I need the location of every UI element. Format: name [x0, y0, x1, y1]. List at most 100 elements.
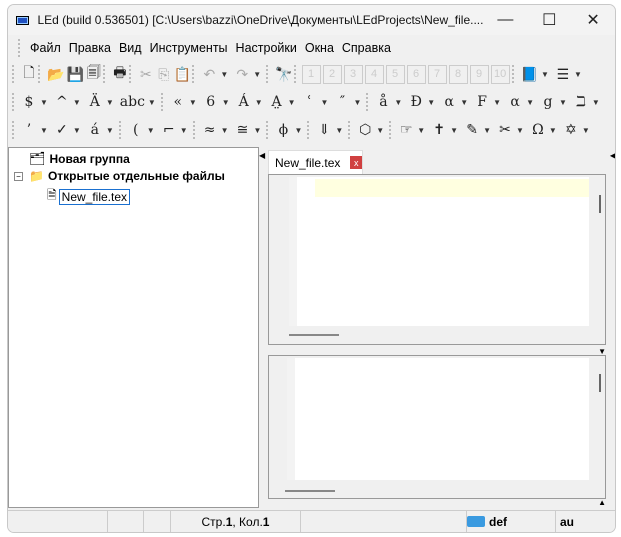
list-icon[interactable]: ☰ [554, 64, 572, 84]
dropdown-arrow-icon[interactable]: ▼ [40, 126, 48, 135]
symbol-button-12[interactable]: α [440, 92, 458, 112]
dropdown-arrow-icon[interactable]: ▼ [73, 126, 81, 135]
bookmark-button-6[interactable]: 6 [406, 64, 426, 84]
menu-item-3[interactable]: Инструменты [150, 41, 228, 55]
symbol-button-11[interactable]: ✝ [430, 120, 448, 140]
dropdown-arrow-icon[interactable]: ▼ [582, 126, 590, 135]
symbol-button-13[interactable]: F [473, 92, 491, 112]
symbol-button-16[interactable]: ℶ [572, 92, 590, 112]
menu-item-5[interactable]: Окна [305, 41, 334, 55]
splitter[interactable]: ◀ [259, 147, 266, 508]
dropdown-arrow-icon[interactable]: ▼ [180, 126, 188, 135]
dropdown-arrow-icon[interactable]: ▼ [353, 98, 361, 107]
dropdown-arrow-icon[interactable]: ▼ [253, 70, 261, 79]
symbol-button-5[interactable]: 6 [202, 92, 220, 112]
dropdown-arrow-icon[interactable]: ▼ [526, 98, 534, 107]
bookmark-button-8[interactable]: 8 [448, 64, 468, 84]
dropdown-arrow-icon[interactable]: ▼ [288, 98, 296, 107]
symbol-button-15[interactable]: g [539, 92, 557, 112]
menu-item-1[interactable]: Правка [69, 41, 111, 55]
dropdown-arrow-icon[interactable]: ▼ [147, 126, 155, 135]
dropdown-arrow-icon[interactable]: ▼ [394, 98, 402, 107]
dropdown-arrow-icon[interactable]: ▼ [255, 98, 263, 107]
symbol-button-10[interactable]: ☞ [397, 120, 415, 140]
dropdown-arrow-icon[interactable]: ▼ [493, 98, 501, 107]
dropdown-arrow-icon[interactable]: ▼ [220, 70, 228, 79]
dropdown-arrow-icon[interactable]: ▼ [335, 126, 343, 135]
dropdown-arrow-icon[interactable]: ▼ [592, 98, 600, 107]
bookmark-button-7[interactable]: 7 [427, 64, 447, 84]
symbol-button-0[interactable]: ’ [20, 120, 38, 140]
toolbar-grip[interactable] [12, 121, 16, 139]
split-up-icon[interactable]: ▲ [598, 498, 606, 507]
bookmark-button-3[interactable]: 3 [343, 64, 363, 84]
vertical-scrollbar[interactable] [599, 195, 601, 213]
symbol-button-11[interactable]: Đ [407, 92, 425, 112]
dropdown-arrow-icon[interactable]: ▼ [254, 126, 262, 135]
menu-item-0[interactable]: Файл [30, 41, 61, 55]
symbol-button-8[interactable]: ʿ [301, 92, 319, 112]
symbol-button-1[interactable]: ^ [53, 92, 71, 112]
tree-item-file[interactable]: 🗎 New_file.tex [47, 186, 131, 207]
symbol-button-13[interactable]: ✂ [496, 120, 514, 140]
symbol-button-8[interactable]: ⇓ [315, 120, 333, 140]
dropdown-arrow-icon[interactable]: ▼ [574, 70, 582, 79]
open-folder-icon[interactable]: 📂 [46, 64, 65, 84]
redo-icon[interactable]: ↷ [233, 64, 251, 84]
new-file-icon[interactable]: 🗋 [20, 64, 38, 84]
dropdown-arrow-icon[interactable]: ▼ [106, 98, 114, 107]
symbol-button-10[interactable]: å [374, 92, 392, 112]
symbol-button-1[interactable]: ✓ [53, 120, 71, 140]
menu-item-4[interactable]: Настройки [236, 41, 297, 55]
print-icon[interactable]: 🖶 [111, 64, 129, 84]
dropdown-arrow-icon[interactable]: ▼ [294, 126, 302, 135]
dropdown-arrow-icon[interactable]: ▼ [106, 126, 114, 135]
bookmark-button-2[interactable]: 2 [322, 64, 342, 84]
dropdown-arrow-icon[interactable]: ▼ [559, 98, 567, 107]
horizontal-scrollbar[interactable] [289, 334, 339, 336]
symbol-button-4[interactable]: ⌐ [160, 120, 178, 140]
toolbar-grip[interactable] [12, 65, 16, 83]
maximize-button[interactable]: ☐ [527, 10, 571, 30]
symbol-button-4[interactable]: « [169, 92, 187, 112]
text-editor[interactable] [289, 177, 589, 326]
menu-item-6[interactable]: Справка [342, 41, 391, 55]
editor-pane-bottom[interactable] [268, 355, 606, 499]
save-icon[interactable]: 💾 [65, 64, 84, 84]
dropdown-arrow-icon[interactable]: ▼ [189, 98, 197, 107]
symbol-button-9[interactable]: ″ [333, 92, 351, 112]
book-icon[interactable]: 📘 [520, 64, 539, 84]
dropdown-arrow-icon[interactable]: ▼ [483, 126, 491, 135]
symbol-button-5[interactable]: ≈ [201, 120, 219, 140]
tree-item-open-files[interactable]: − 📁 Открытые отдельные файлы [14, 169, 225, 183]
symbol-button-14[interactable]: α [506, 92, 524, 112]
dropdown-arrow-icon[interactable]: ▼ [516, 126, 524, 135]
paste-icon[interactable]: 📋 [173, 64, 192, 84]
collapse-icon[interactable]: − [14, 171, 23, 181]
close-button[interactable]: ✕ [571, 10, 615, 30]
bookmark-button-4[interactable]: 4 [364, 64, 384, 84]
horizontal-scrollbar-2[interactable] [285, 490, 335, 492]
dropdown-arrow-icon[interactable]: ▼ [450, 126, 458, 135]
toolbar-grip[interactable] [12, 93, 16, 111]
symbol-button-2[interactable]: á [86, 120, 104, 140]
symbol-button-14[interactable]: Ω [529, 120, 547, 140]
symbol-button-12[interactable]: ✎ [463, 120, 481, 140]
dropdown-arrow-icon[interactable]: ▼ [549, 126, 557, 135]
dropdown-arrow-icon[interactable]: ▼ [417, 126, 425, 135]
bookmark-button-1[interactable]: 1 [301, 64, 321, 84]
symbol-button-6[interactable]: ≅ [234, 120, 252, 140]
symbol-button-3[interactable]: abc [119, 92, 146, 112]
find-icon[interactable]: 🔭 [274, 64, 293, 84]
vertical-scrollbar-2[interactable] [599, 374, 601, 392]
menu-item-2[interactable]: Вид [119, 41, 142, 55]
collapse-left-icon[interactable]: ◀ [259, 151, 265, 160]
toolbar-grip[interactable] [18, 39, 22, 57]
symbol-button-15[interactable]: ✡ [562, 120, 580, 140]
symbol-button-2[interactable]: Ä [86, 92, 104, 112]
dropdown-arrow-icon[interactable]: ▼ [460, 98, 468, 107]
dropdown-arrow-icon[interactable]: ▼ [222, 98, 230, 107]
cut-icon[interactable]: ✂ [137, 64, 155, 84]
dropdown-arrow-icon[interactable]: ▼ [541, 70, 549, 79]
undo-icon[interactable]: ↶ [200, 64, 218, 84]
